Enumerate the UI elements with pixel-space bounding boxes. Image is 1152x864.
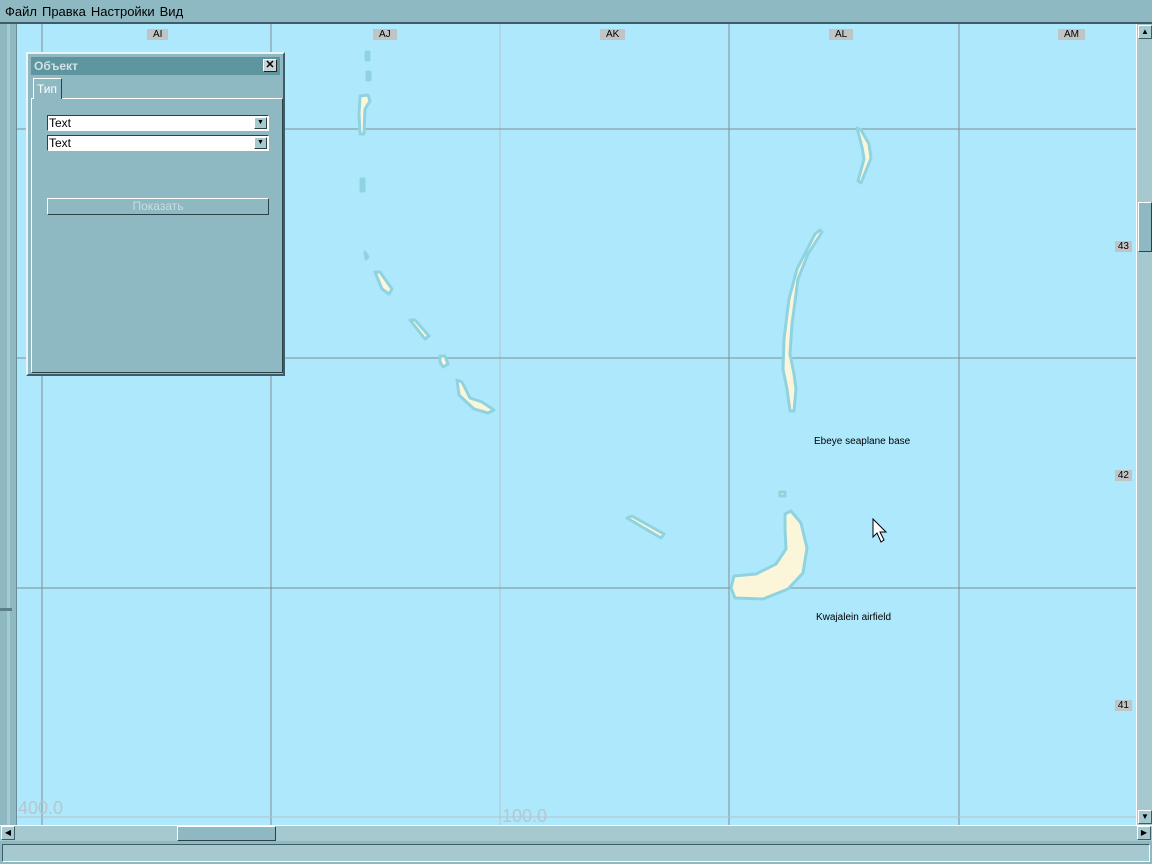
scroll-down-button[interactable]: ▼ (1138, 810, 1152, 824)
label-kwajalein[interactable]: Kwajalein airfield (816, 612, 891, 623)
ruler-strip (7, 24, 10, 825)
menu-edit[interactable]: Правка (42, 4, 86, 19)
status-field (2, 844, 1150, 862)
scroll-right-button[interactable]: ▶ (1137, 826, 1151, 840)
coord-bottom: 100.0 (502, 806, 548, 825)
island (438, 354, 450, 369)
vertical-scroll-thumb[interactable] (1138, 202, 1152, 252)
island (373, 270, 394, 296)
row-label: 42 (1114, 470, 1132, 481)
left-ruler[interactable] (0, 24, 17, 825)
type-select-2-value: Text (49, 136, 72, 150)
type-select-2[interactable]: Text ▼ (47, 135, 269, 151)
menu-settings[interactable]: Настройки (91, 4, 155, 19)
island (855, 126, 873, 185)
menu-file[interactable]: Файл (5, 4, 37, 19)
panel-title-text: Объект (34, 59, 78, 73)
vertical-scrollbar[interactable]: ▲ ▼ (1136, 24, 1152, 825)
island (625, 514, 666, 540)
chevron-down-icon[interactable]: ▼ (254, 137, 267, 149)
island (778, 490, 787, 498)
island (455, 378, 496, 415)
show-button[interactable]: Показать (47, 198, 269, 215)
horizontal-scroll-thumb[interactable] (177, 826, 276, 841)
island (729, 509, 809, 601)
island (364, 50, 371, 62)
menu-bar: Файл Правка Настройки Вид (0, 0, 1152, 24)
tab-type[interactable]: Тип (33, 78, 62, 99)
type-select-1[interactable]: Text ▼ (47, 115, 269, 131)
label-ebeye[interactable]: Ebeye seaplane base (814, 436, 910, 447)
island (781, 228, 824, 413)
ruler-marker[interactable] (0, 608, 12, 611)
chevron-down-icon[interactable]: ▼ (254, 117, 267, 129)
scroll-left-button[interactable]: ◀ (1, 826, 15, 840)
menu-view[interactable]: Вид (160, 4, 184, 19)
row-label: 41 (1114, 700, 1132, 711)
column-label: AI (147, 29, 169, 40)
tab-content: Text ▼ Text ▼ Показать (31, 98, 283, 373)
type-select-1-value: Text (49, 116, 72, 130)
column-label: AK (600, 29, 626, 40)
object-panel: Объект ✕ Тип Text ▼ Text ▼ Показать (26, 52, 285, 376)
scroll-up-button[interactable]: ▲ (1138, 25, 1152, 39)
island (357, 93, 372, 136)
column-label: AM (1058, 29, 1085, 40)
island (363, 250, 370, 261)
mouse-cursor-icon (872, 518, 888, 543)
close-icon[interactable]: ✕ (263, 59, 277, 72)
island (365, 70, 372, 82)
islands (357, 50, 873, 601)
horizontal-scrollbar[interactable]: ◀ ▶ (0, 825, 1152, 841)
panel-title[interactable]: Объект ✕ (31, 57, 280, 75)
island (408, 318, 431, 341)
column-label: AJ (373, 29, 397, 40)
status-bar (0, 842, 1152, 864)
column-label: AL (829, 29, 854, 40)
row-label: 43 (1114, 241, 1132, 252)
coord-left: 400.0 (18, 798, 64, 818)
island (359, 177, 366, 193)
